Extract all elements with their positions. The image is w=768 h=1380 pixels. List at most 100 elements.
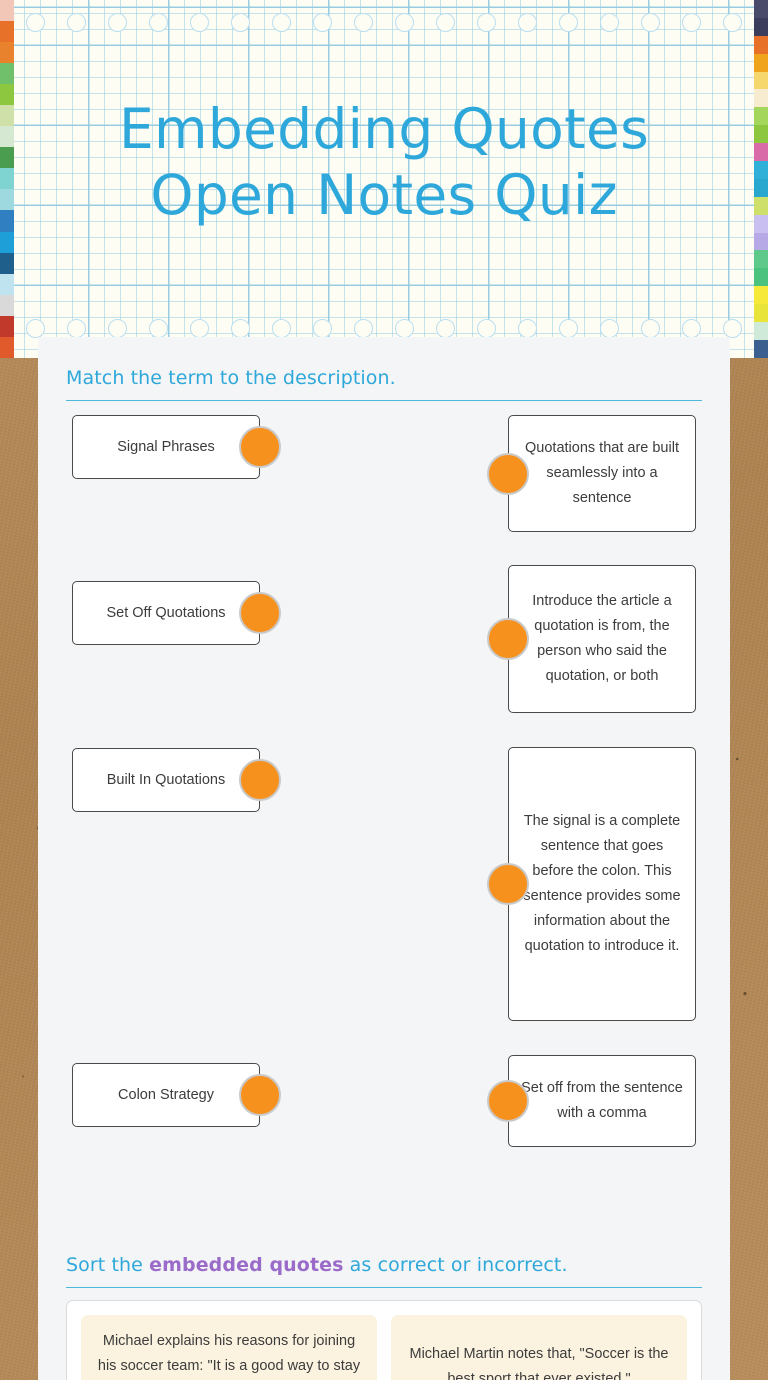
- worksheet-header: Embedding Quotes Open Notes Quiz: [0, 0, 768, 358]
- tab-stripe: [754, 268, 768, 287]
- connector-dot[interactable]: [239, 759, 281, 801]
- tab-stripe: [754, 250, 768, 269]
- matching-grid: Signal Phrases Set Off Quotations Built …: [38, 401, 730, 1171]
- tab-stripe: [0, 21, 14, 43]
- tab-stripe: [0, 273, 14, 295]
- tab-stripe: [0, 315, 14, 337]
- hole-icon: [272, 13, 291, 32]
- term-card[interactable]: Colon Strategy: [72, 1063, 281, 1127]
- term-card[interactable]: Set Off Quotations: [72, 581, 281, 645]
- tab-stripe: [754, 286, 768, 305]
- page-title: Embedding Quotes Open Notes Quiz: [118, 97, 650, 227]
- tab-stripe: [754, 322, 768, 340]
- hole-icon: [67, 13, 86, 32]
- tab-stripe: [754, 232, 768, 251]
- quiz-page: Embedding Quotes Open Notes Quiz Match t…: [0, 0, 768, 1380]
- hole-icon: [313, 13, 332, 32]
- connector-dot[interactable]: [239, 1074, 281, 1116]
- matching-description-row[interactable]: The signal is a complete sentence that g…: [487, 747, 696, 1021]
- hole-icon: [600, 13, 619, 32]
- tab-stripe: [754, 17, 768, 36]
- sort-title-part-3: as correct or incorrect.: [343, 1254, 568, 1276]
- section-match: Match the term to the description.: [38, 337, 730, 401]
- worksheet-panel: Match the term to the description. Signa…: [38, 337, 730, 1380]
- hole-icon: [149, 319, 168, 338]
- description-card[interactable]: Quotations that are built seamlessly int…: [487, 415, 696, 532]
- hole-icon: [108, 319, 127, 338]
- sort-title-part-1: Sort the: [66, 1254, 150, 1276]
- hole-icon: [231, 13, 250, 32]
- tab-stripe: [0, 42, 14, 64]
- tab-stripe: [754, 53, 768, 72]
- description-text: Set off from the sentence with a comma: [521, 1080, 683, 1121]
- hole-icon: [395, 319, 414, 338]
- hole-icon: [518, 13, 537, 32]
- sorting-container: Michael explains his reasons for joining…: [66, 1300, 702, 1380]
- description-text: The signal is a complete sentence that g…: [523, 813, 681, 954]
- hole-icon: [477, 319, 496, 338]
- hole-icon: [641, 319, 660, 338]
- description-card[interactable]: The signal is a complete sentence that g…: [487, 747, 696, 1021]
- hole-icon: [436, 13, 455, 32]
- connector-dot[interactable]: [487, 863, 529, 905]
- matching-term-row[interactable]: Colon Strategy: [72, 1063, 281, 1127]
- hole-icon: [26, 319, 45, 338]
- section-title-match: Match the term to the description.: [66, 337, 702, 401]
- description-text: Introduce the article a quotation is fro…: [532, 593, 672, 684]
- sorting-grid: Michael explains his reasons for joining…: [81, 1315, 687, 1380]
- hole-icon: [559, 13, 578, 32]
- hole-icon: [682, 13, 701, 32]
- connector-dot[interactable]: [487, 1080, 529, 1122]
- term-card[interactable]: Built In Quotations: [72, 748, 281, 812]
- tab-stripe: [0, 63, 14, 85]
- matching-term-row[interactable]: Signal Phrases: [72, 415, 281, 479]
- hole-icon: [477, 13, 496, 32]
- connector-dot[interactable]: [487, 618, 529, 660]
- hole-icon: [67, 319, 86, 338]
- matching-term-row[interactable]: Set Off Quotations: [72, 581, 281, 645]
- tab-stripe: [754, 304, 768, 323]
- matching-term-row[interactable]: Built In Quotations: [72, 748, 281, 812]
- hole-punch-row-top: [0, 13, 768, 39]
- term-label: Signal Phrases: [117, 438, 215, 455]
- hole-icon: [395, 13, 414, 32]
- tab-stripe: [0, 336, 14, 358]
- hole-icon: [723, 13, 742, 32]
- term-label[interactable]: Colon Strategy: [118, 1083, 214, 1108]
- matching-description-row[interactable]: Introduce the article a quotation is fro…: [487, 565, 696, 713]
- section-sort: Sort the embedded quotes as correct or i…: [38, 1224, 730, 1288]
- hole-icon: [190, 13, 209, 32]
- term-card[interactable]: Signal Phrases: [72, 415, 281, 479]
- hole-icon: [231, 319, 250, 338]
- term-label: Set Off Quotations: [106, 604, 226, 621]
- hole-icon: [149, 13, 168, 32]
- hole-icon: [600, 319, 619, 338]
- description-card[interactable]: Introduce the article a quotation is fro…: [487, 565, 696, 713]
- tab-stripe: [754, 71, 768, 90]
- matching-descriptions-column: Quotations that are built seamlessly int…: [487, 415, 696, 1171]
- connector-dot[interactable]: [239, 426, 281, 468]
- matching-description-row[interactable]: Set off from the sentence with a comma: [487, 1055, 696, 1147]
- sort-card-text: Michael explains his reasons for joining…: [97, 1333, 361, 1374]
- term-label: Built In Quotations: [106, 771, 226, 788]
- matching-terms-column: Signal Phrases Set Off Quotations Built …: [72, 415, 281, 1171]
- hole-icon: [190, 319, 209, 338]
- sort-card-text: Michael Martin notes that, "Soccer is th…: [409, 1345, 669, 1380]
- tab-stripe: [754, 0, 768, 18]
- hole-icon: [354, 13, 373, 32]
- sort-card[interactable]: Michael explains his reasons for joining…: [81, 1315, 377, 1380]
- matching-description-row[interactable]: Quotations that are built seamlessly int…: [487, 415, 696, 532]
- section-title-sort: Sort the embedded quotes as correct or i…: [66, 1224, 702, 1288]
- hole-icon: [272, 319, 291, 338]
- description-card[interactable]: Set off from the sentence with a comma: [487, 1055, 696, 1147]
- sort-title-highlight: embedded quotes: [149, 1254, 344, 1276]
- hole-icon: [559, 319, 578, 338]
- hole-icon: [641, 13, 660, 32]
- connector-dot[interactable]: [239, 592, 281, 634]
- tab-stripe: [0, 231, 14, 253]
- description-text: Quotations that are built seamlessly int…: [525, 440, 679, 506]
- hole-icon: [436, 319, 455, 338]
- connector-dot[interactable]: [487, 452, 529, 495]
- sort-card[interactable]: Michael Martin notes that, "Soccer is th…: [391, 1315, 687, 1380]
- hole-icon: [108, 13, 127, 32]
